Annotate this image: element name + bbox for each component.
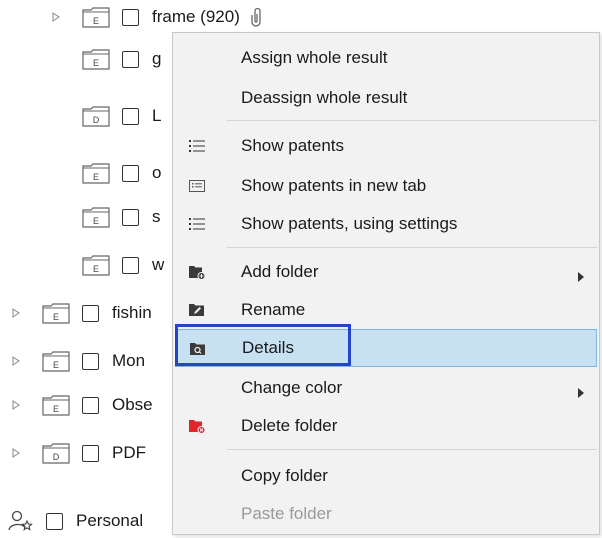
tree-row-label: fishin [112, 303, 152, 322]
delete-folder-icon [187, 416, 207, 436]
menu-item-deassign-whole-result[interactable]: Deassign whole result [173, 79, 599, 117]
checkbox[interactable] [46, 512, 63, 530]
expand-chevron-icon[interactable] [10, 448, 22, 458]
tree-row-frame[interactable]: E frame (920) [50, 0, 264, 34]
rename-icon [187, 300, 207, 320]
menu-item-label: Show patents [241, 136, 345, 155]
menu-item-label: Show patents, using settings [241, 214, 458, 233]
checkbox[interactable] [122, 50, 139, 68]
menu-item-paste-folder: Paste folder [173, 495, 599, 533]
expand-chevron-icon[interactable] [10, 308, 22, 318]
menu-item-label: Change color [241, 378, 343, 397]
menu-item-label: Details [242, 338, 294, 357]
menu-item-delete-folder[interactable]: Delete folder [173, 407, 599, 445]
tab-list-icon [187, 176, 207, 196]
folder-icon: E [82, 162, 110, 184]
menu-separator [227, 120, 597, 121]
menu-item-label: Copy folder [241, 466, 328, 485]
menu-item-show-patents-settings[interactable]: Show patents, using settings [173, 205, 599, 243]
menu-item-show-patents[interactable]: Show patents [173, 127, 599, 165]
tree-row-label: o [152, 163, 162, 182]
tree-row-label: g [152, 49, 162, 68]
svg-text:E: E [93, 58, 99, 68]
tree-row-obse[interactable]: E Obse [10, 388, 153, 422]
tree-row[interactable]: E s [82, 200, 161, 234]
checkbox[interactable] [122, 256, 139, 274]
checkbox[interactable] [122, 208, 139, 226]
menu-item-rename[interactable]: Rename [173, 291, 599, 329]
svg-text:E: E [93, 216, 99, 226]
checkbox[interactable] [122, 107, 139, 125]
tree-row[interactable]: E g [82, 42, 161, 76]
tree-row[interactable]: E o [82, 156, 161, 190]
tree-row-mon[interactable]: E Mon [10, 344, 145, 378]
svg-text:E: E [93, 172, 99, 182]
context-menu: Assign whole result Deassign whole resul… [172, 32, 600, 535]
tree-row-label: s [152, 207, 161, 226]
menu-item-assign-whole-result[interactable]: Assign whole result [173, 39, 599, 77]
menu-item-copy-folder[interactable]: Copy folder [173, 457, 599, 495]
svg-text:E: E [53, 404, 59, 414]
tree-row-label: L [152, 106, 162, 125]
submenu-arrow-icon [578, 267, 584, 287]
details-icon [188, 339, 208, 359]
menu-item-label: Deassign whole result [241, 88, 408, 107]
svg-text:D: D [53, 452, 60, 462]
user-star-icon [8, 509, 36, 533]
tree-row-label: w [152, 255, 165, 274]
folder-icon: E [42, 302, 70, 324]
menu-item-show-patents-new-tab[interactable]: Show patents in new tab [173, 167, 599, 205]
menu-item-label: Add folder [241, 262, 319, 281]
list-icon [187, 136, 207, 156]
folder-icon: D [82, 105, 110, 127]
expand-chevron-icon[interactable] [10, 356, 22, 366]
menu-separator [227, 449, 597, 450]
list-settings-icon [187, 214, 207, 234]
tree-row-label: Personal [76, 511, 144, 530]
folder-icon: E [82, 206, 110, 228]
checkbox[interactable] [122, 164, 139, 182]
paperclip-icon [248, 7, 264, 27]
checkbox[interactable] [82, 444, 99, 462]
svg-text:D: D [93, 115, 100, 125]
svg-text:E: E [53, 360, 59, 370]
tree-row-fishing[interactable]: E fishin [10, 296, 152, 330]
menu-item-label: Delete folder [241, 416, 338, 435]
checkbox[interactable] [82, 352, 99, 370]
expand-chevron-icon[interactable] [50, 12, 62, 22]
checkbox[interactable] [82, 396, 99, 414]
folder-icon: E [42, 350, 70, 372]
svg-text:E: E [93, 264, 99, 274]
tree-row-pdf[interactable]: D PDF [10, 436, 146, 470]
menu-item-change-color[interactable]: Change color [173, 369, 599, 407]
folder-icon: E [82, 6, 110, 28]
tree-row-personal[interactable]: Personal [8, 504, 143, 538]
tree-row[interactable]: D L [82, 99, 161, 133]
tree-row-label: PDF [112, 443, 146, 462]
checkbox[interactable] [122, 8, 139, 26]
menu-item-label: Assign whole result [241, 48, 388, 67]
checkbox[interactable] [82, 304, 99, 322]
add-folder-icon [187, 262, 207, 282]
menu-separator [227, 247, 597, 248]
menu-item-label: Rename [241, 300, 306, 319]
tree-row-label: frame (920) [152, 7, 240, 26]
tree-row[interactable]: E w [82, 248, 164, 282]
menu-item-add-folder[interactable]: Add folder [173, 253, 599, 291]
tree-row-label: Obse [112, 395, 153, 414]
folder-icon: E [82, 254, 110, 276]
folder-icon: E [42, 394, 70, 416]
folder-icon: D [42, 442, 70, 464]
expand-chevron-icon[interactable] [10, 400, 22, 410]
folder-icon: E [82, 48, 110, 70]
svg-text:E: E [93, 16, 99, 26]
menu-item-label: Paste folder [241, 504, 332, 523]
svg-text:E: E [53, 312, 59, 322]
menu-item-details[interactable]: Details [175, 329, 597, 367]
tree-row-label: Mon [112, 351, 146, 370]
submenu-arrow-icon [578, 383, 584, 403]
menu-item-label: Show patents in new tab [241, 176, 427, 195]
